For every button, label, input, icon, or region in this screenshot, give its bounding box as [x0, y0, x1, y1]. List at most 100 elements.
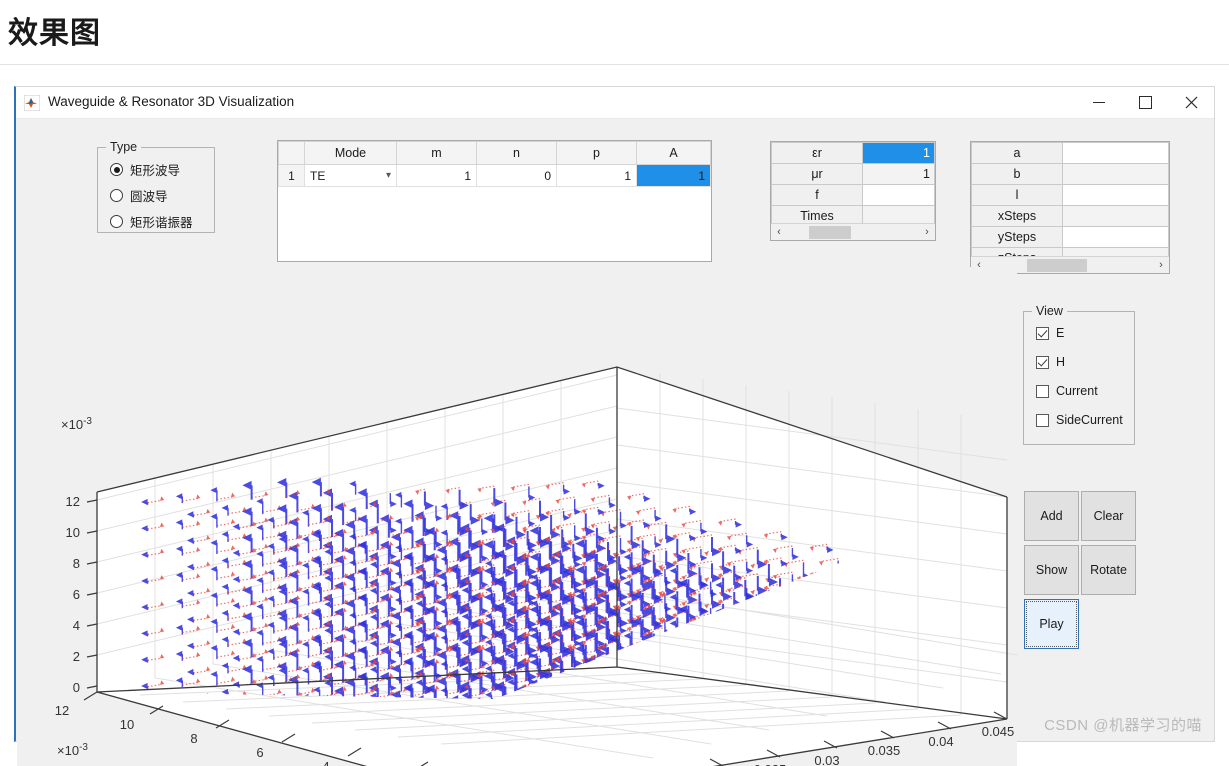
x-tick-8: 0.04: [928, 734, 953, 749]
checkbox-e[interactable]: E: [1036, 326, 1064, 340]
material-value-f[interactable]: [862, 184, 935, 206]
cell-n[interactable]: 0: [476, 164, 557, 187]
checkbox-current[interactable]: Current: [1036, 384, 1098, 398]
geometry-label-xsteps: xSteps: [971, 205, 1063, 227]
checkbox-icon-checked: [1036, 326, 1049, 340]
geometry-row-ysteps[interactable]: ySteps: [971, 226, 1169, 248]
table-row[interactable]: 1 TE ▾ 1 0 1 1: [278, 164, 711, 187]
geometry-value-b[interactable]: [1062, 163, 1169, 185]
y-tick-1: 10: [120, 717, 134, 732]
scroll-right-icon[interactable]: ›: [919, 226, 935, 238]
z-tick-0: 0: [73, 680, 80, 695]
scroll-left-icon[interactable]: ‹: [771, 226, 787, 238]
minimize-button[interactable]: [1076, 87, 1122, 118]
scroll-thumb[interactable]: [1027, 258, 1087, 272]
chevron-down-icon[interactable]: ▾: [386, 170, 391, 181]
titlebar: Waveguide & Resonator 3D Visualization: [16, 87, 1214, 119]
geometry-value-ysteps[interactable]: [1062, 226, 1169, 248]
maximize-button[interactable]: [1122, 87, 1168, 118]
watermark: CSDN @机器学习的喵: [1044, 717, 1202, 734]
cell-a-selected[interactable]: 1: [636, 164, 711, 187]
radio-rect-waveguide[interactable]: 矩形波导: [110, 160, 180, 179]
geometry-row-l[interactable]: l: [971, 184, 1169, 206]
view-panel-title: View: [1032, 304, 1067, 318]
geometry-row-xsteps[interactable]: xSteps: [971, 205, 1169, 227]
z-tick-2: 4: [73, 618, 80, 633]
material-row-f[interactable]: f: [771, 184, 935, 206]
radio-label-circular-waveguide: 圆波导: [130, 190, 168, 204]
col-p: p: [556, 141, 637, 165]
mode-table[interactable]: Mode m n p A 1 TE ▾ 1 0 1 1: [277, 140, 712, 262]
material-label-f: f: [771, 184, 863, 206]
page-title: 效果图: [8, 17, 101, 50]
checkbox-label-sidecurrent: SideCurrent: [1056, 413, 1123, 427]
material-value-er[interactable]: 1: [862, 142, 935, 164]
material-label-er: εr: [771, 142, 863, 164]
add-button[interactable]: Add: [1024, 491, 1079, 541]
clear-button[interactable]: Clear: [1081, 491, 1136, 541]
y-tick-2: 8: [190, 731, 197, 746]
page-root: 效果图 Waveguide & Resonator 3D Visualizati…: [0, 0, 1229, 766]
table-header-row: Mode m n p A: [278, 141, 711, 165]
x-tick-5: 0.025: [754, 762, 787, 766]
geometry-label-ysteps: ySteps: [971, 226, 1063, 248]
col-a: A: [636, 141, 711, 165]
radio-rect-resonator[interactable]: 矩形谐振器: [110, 212, 193, 231]
col-rownum: [278, 141, 305, 165]
scroll-right-icon[interactable]: ›: [1153, 259, 1169, 271]
material-label-mur: μr: [771, 163, 863, 185]
y-tick-0: 12: [55, 703, 69, 718]
material-row-er[interactable]: εr 1: [771, 142, 935, 164]
x-tick-9: 0.045: [982, 724, 1015, 739]
geometry-label-b: b: [971, 163, 1063, 185]
x-tick-7: 0.035: [868, 743, 901, 758]
geometry-row-a[interactable]: a: [971, 142, 1169, 164]
row-index: 1: [278, 164, 305, 187]
scroll-thumb[interactable]: [809, 225, 851, 239]
geometry-value-l[interactable]: [1062, 184, 1169, 206]
play-button[interactable]: Play: [1024, 599, 1079, 649]
cell-m[interactable]: 1: [396, 164, 477, 187]
radio-label-rect-waveguide: 矩形波导: [130, 164, 181, 178]
show-button[interactable]: Show: [1024, 545, 1079, 595]
type-panel: Type 矩形波导 圆波导 矩形谐振器: [97, 140, 215, 233]
checkbox-label-current: Current: [1056, 384, 1098, 398]
geometry-label-a: a: [971, 142, 1063, 164]
cell-mode-dropdown[interactable]: TE ▾: [304, 164, 397, 187]
material-row-mur[interactable]: μr 1: [771, 163, 935, 185]
heading-divider: [0, 64, 1229, 65]
checkbox-icon-unchecked: [1036, 413, 1049, 427]
material-table[interactable]: εr 1 μr 1 f Times ‹ ›: [770, 141, 936, 241]
material-table-hscrollbar[interactable]: ‹ ›: [771, 223, 935, 240]
col-mode: Mode: [304, 141, 397, 165]
z-tick-4: 8: [73, 556, 80, 571]
matlab-icon: [24, 95, 40, 111]
figure-plot-area[interactable]: 0 2 4 6 8 10 12 ×10-3 12 10 8 6 ×10-3 0.…: [17, 267, 1017, 766]
x-tick-6: 0.03: [814, 753, 839, 766]
maximize-icon: [1138, 96, 1152, 109]
scroll-track[interactable]: [787, 225, 919, 240]
z-tick-1: 2: [73, 649, 80, 664]
geometry-row-b[interactable]: b: [971, 163, 1169, 185]
cell-p[interactable]: 1: [556, 164, 637, 187]
geometry-value-a[interactable]: [1062, 142, 1169, 164]
close-button[interactable]: [1168, 87, 1214, 118]
checkbox-h[interactable]: H: [1036, 355, 1065, 369]
radio-circular-waveguide[interactable]: 圆波导: [110, 186, 168, 205]
cell-mode-value: TE: [310, 168, 326, 183]
checkbox-label-h: H: [1056, 355, 1066, 369]
window-title: Waveguide & Resonator 3D Visualization: [48, 94, 295, 109]
z-tick-6: 12: [66, 494, 80, 509]
waveguide-3d-quiver-plot[interactable]: 0 2 4 6 8 10 12 ×10-3 12 10 8 6 ×10-3 0.…: [17, 267, 1017, 766]
checkbox-sidecurrent[interactable]: SideCurrent: [1036, 413, 1123, 427]
rotate-button[interactable]: Rotate: [1081, 545, 1136, 595]
material-value-mur[interactable]: 1: [862, 163, 935, 185]
col-m: m: [396, 141, 477, 165]
geometry-table[interactable]: a b l xSteps ySteps ‹ ›: [970, 141, 1170, 274]
close-icon: [1185, 96, 1197, 109]
radio-icon-unselected: [110, 215, 123, 228]
geometry-value-xsteps[interactable]: [1062, 205, 1169, 227]
z-tick-3: 6: [73, 587, 80, 602]
y-tick-3: 6: [256, 745, 263, 760]
checkbox-icon-checked: [1036, 355, 1049, 369]
